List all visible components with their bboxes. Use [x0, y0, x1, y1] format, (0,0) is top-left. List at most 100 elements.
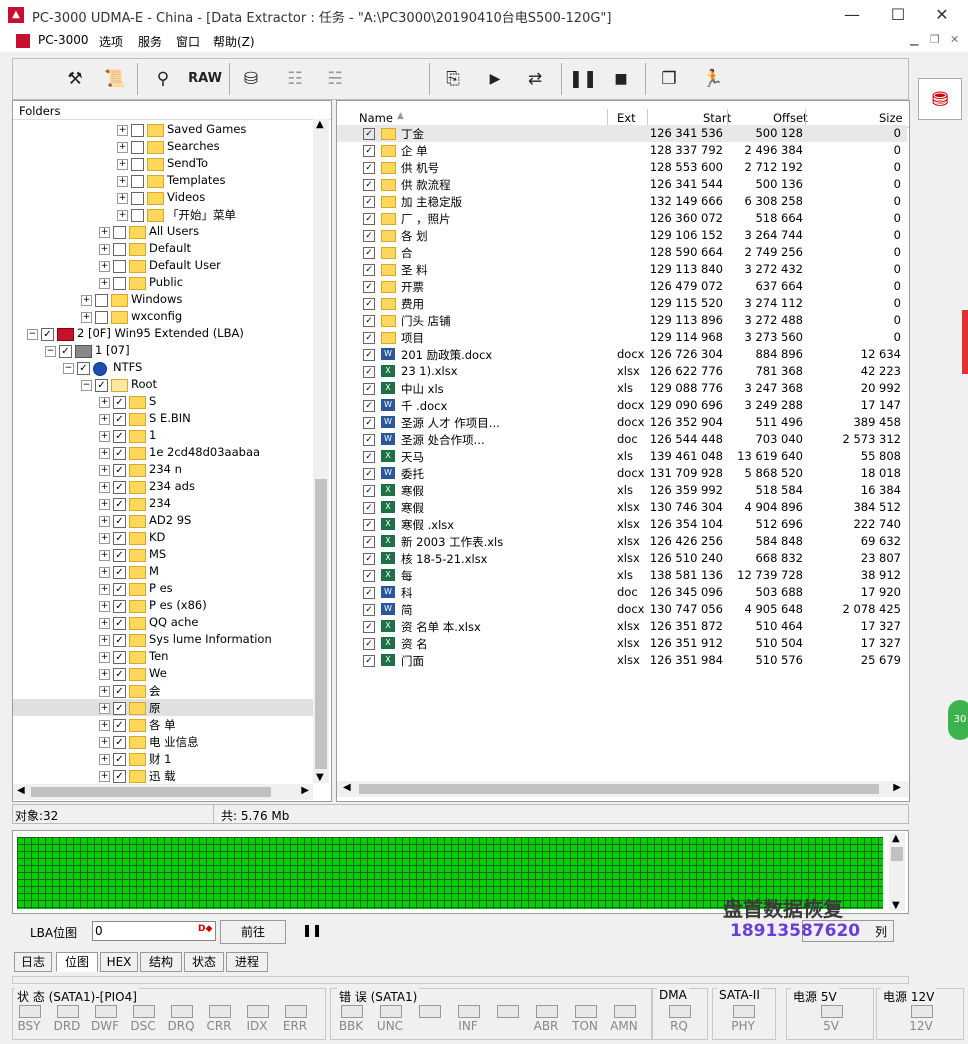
menu-pc3000[interactable]: PC-3000: [38, 33, 88, 47]
expand-toggle-icon[interactable]: +: [99, 567, 110, 578]
file-checkbox[interactable]: ✓: [363, 281, 375, 293]
file-checkbox[interactable]: ✓: [363, 468, 375, 480]
file-checkbox[interactable]: ✓: [363, 230, 375, 242]
file-row[interactable]: ✓ X 资 名单 本.xlsx xlsx 126 351 872 510 464 17 32…: [337, 618, 907, 635]
tree-row[interactable]: + ✓ 迅 载: [13, 767, 313, 784]
tree-row[interactable]: + Saved Games: [13, 121, 313, 138]
tree-row[interactable]: + Templates: [13, 172, 313, 189]
expand-toggle-icon[interactable]: +: [99, 397, 110, 408]
file-checkbox[interactable]: ✓: [363, 332, 375, 344]
tree-checkbox[interactable]: ✓: [113, 651, 126, 664]
file-row[interactable]: ✓ X 中山 xls xls 129 088 776 3 247 368 20 992: [337, 380, 907, 397]
tree-row[interactable]: + wxconfig: [13, 308, 313, 325]
tree-vertical-scrollbar[interactable]: ▲ ▼: [313, 119, 329, 783]
tree-checkbox[interactable]: ✓: [113, 685, 126, 698]
mdi-minimize-icon[interactable]: ▁: [910, 33, 918, 46]
file-checkbox[interactable]: ✓: [363, 383, 375, 395]
tree-checkbox[interactable]: ✓: [113, 532, 126, 545]
file-row[interactable]: ✓ X 每 xls 138 581 136 12 739 728 38 912: [337, 567, 907, 584]
file-row[interactable]: ✓ X 新 2003 工作表.xls xlsx 126 426 256 584 848 69…: [337, 533, 907, 550]
file-checkbox[interactable]: ✓: [363, 587, 375, 599]
expand-toggle-icon[interactable]: +: [117, 176, 128, 187]
lba-pause-icon[interactable]: ❚❚: [302, 923, 322, 937]
file-checkbox[interactable]: ✓: [363, 349, 375, 361]
decimal-toggle-icon[interactable]: D◆: [198, 924, 212, 934]
menu-window[interactable]: 窗口: [176, 33, 200, 50]
file-checkbox[interactable]: ✓: [363, 553, 375, 565]
file-row[interactable]: ✓ 合 128 590 664 2 749 256 0: [337, 244, 907, 261]
file-checkbox[interactable]: ✓: [363, 128, 375, 140]
tree-checkbox[interactable]: ✓: [41, 328, 54, 341]
tools-icon[interactable]: ⚒: [59, 63, 91, 95]
expand-toggle-icon[interactable]: +: [117, 125, 128, 136]
column-ext[interactable]: Ext: [617, 111, 636, 125]
file-row[interactable]: ✓ W 圣源 处合作项... doc 126 544 448 703 040 2 573 3…: [337, 431, 907, 448]
tree-row[interactable]: + ✓ 原: [13, 699, 313, 716]
tree-row[interactable]: + 「开始」菜单: [13, 206, 313, 223]
file-checkbox[interactable]: ✓: [363, 434, 375, 446]
file-checkbox[interactable]: ✓: [363, 366, 375, 378]
tree-checkbox[interactable]: [131, 192, 144, 205]
file-checkbox[interactable]: ✓: [363, 621, 375, 633]
tree-checkbox[interactable]: [131, 124, 144, 137]
expand-toggle-icon[interactable]: +: [99, 533, 110, 544]
file-row[interactable]: ✓ 企 单 128 337 792 2 496 384 0: [337, 142, 907, 159]
tree-checkbox[interactable]: ✓: [113, 464, 126, 477]
tree-checkbox[interactable]: ✓: [113, 668, 126, 681]
expand-toggle-icon[interactable]: +: [99, 414, 110, 425]
tree-row[interactable]: + Searches: [13, 138, 313, 155]
tree-checkbox[interactable]: [131, 158, 144, 171]
file-row[interactable]: ✓ W 简 docx 130 747 056 4 905 648 2 078 425: [337, 601, 907, 618]
file-row[interactable]: ✓ 开票 126 479 072 637 664 0: [337, 278, 907, 295]
expand-toggle-icon[interactable]: +: [99, 686, 110, 697]
expand-toggle-icon[interactable]: −: [45, 346, 56, 357]
file-checkbox[interactable]: ✓: [363, 536, 375, 548]
tree-checkbox[interactable]: ✓: [113, 583, 126, 596]
tree-checkbox[interactable]: ✓: [113, 413, 126, 426]
expand-toggle-icon[interactable]: +: [99, 635, 110, 646]
expand-toggle-icon[interactable]: +: [99, 448, 110, 459]
expand-toggle-icon[interactable]: +: [99, 227, 110, 238]
tree-row[interactable]: + ✓ 会: [13, 682, 313, 699]
file-row[interactable]: ✓ 供 款流程 126 341 544 500 136 0: [337, 176, 907, 193]
file-row[interactable]: ✓ 项目 129 114 968 3 273 560 0: [337, 329, 907, 346]
database-icon[interactable]: ⛃: [918, 78, 962, 120]
tree-checkbox[interactable]: ✓: [113, 634, 126, 647]
tree-row[interactable]: − ✓ Root: [13, 376, 313, 393]
tree-checkbox[interactable]: ✓: [113, 736, 126, 749]
tree-row[interactable]: + ✓ KD: [13, 529, 313, 546]
expand-toggle-icon[interactable]: +: [99, 584, 110, 595]
file-row[interactable]: ✓ X 23 1).xlsx xlsx 126 622 776 781 368 42 223: [337, 363, 907, 380]
tree-row[interactable]: + Default: [13, 240, 313, 257]
tree-checkbox[interactable]: ✓: [113, 566, 126, 579]
file-row[interactable]: ✓ 丁金 126 341 536 500 128 0: [337, 125, 907, 142]
file-checkbox[interactable]: ✓: [363, 570, 375, 582]
tab-process[interactable]: 进程: [226, 952, 268, 972]
tree-row[interactable]: + ✓ Ten: [13, 648, 313, 665]
play-icon[interactable]: ▶: [479, 63, 511, 95]
tree-checkbox[interactable]: ✓: [113, 770, 126, 783]
tree-checkbox[interactable]: ✓: [113, 447, 126, 460]
tree-checkbox[interactable]: ✓: [77, 362, 90, 375]
expand-toggle-icon[interactable]: −: [27, 329, 38, 340]
expand-toggle-icon[interactable]: −: [81, 380, 92, 391]
file-row[interactable]: ✓ X 寒假 .xlsx xlsx 126 354 104 512 696 222 740: [337, 516, 907, 533]
tree-row[interactable]: + ✓ 1: [13, 427, 313, 444]
tree-checkbox[interactable]: ✓: [113, 719, 126, 732]
tree-checkbox[interactable]: ✓: [113, 702, 126, 715]
tree-row[interactable]: + Public: [13, 274, 313, 291]
tree-row[interactable]: + SendTo: [13, 155, 313, 172]
tree-checkbox[interactable]: ✓: [113, 515, 126, 528]
tree-checkbox[interactable]: [113, 260, 126, 273]
expand-toggle-icon[interactable]: +: [117, 193, 128, 204]
file-checkbox[interactable]: ✓: [363, 417, 375, 429]
tree-checkbox[interactable]: ✓: [113, 498, 126, 511]
tree-row[interactable]: + ✓ We: [13, 665, 313, 682]
column-name[interactable]: Name: [359, 111, 393, 125]
expand-toggle-icon[interactable]: +: [99, 465, 110, 476]
column-size[interactable]: Size: [879, 111, 903, 125]
lba-scrollbar[interactable]: ▲ ▼: [889, 833, 905, 911]
tab-bitmap[interactable]: 位图: [56, 952, 98, 972]
file-row[interactable]: ✓ 费用 129 115 520 3 274 112 0: [337, 295, 907, 312]
go-button[interactable]: 前往: [220, 920, 286, 944]
